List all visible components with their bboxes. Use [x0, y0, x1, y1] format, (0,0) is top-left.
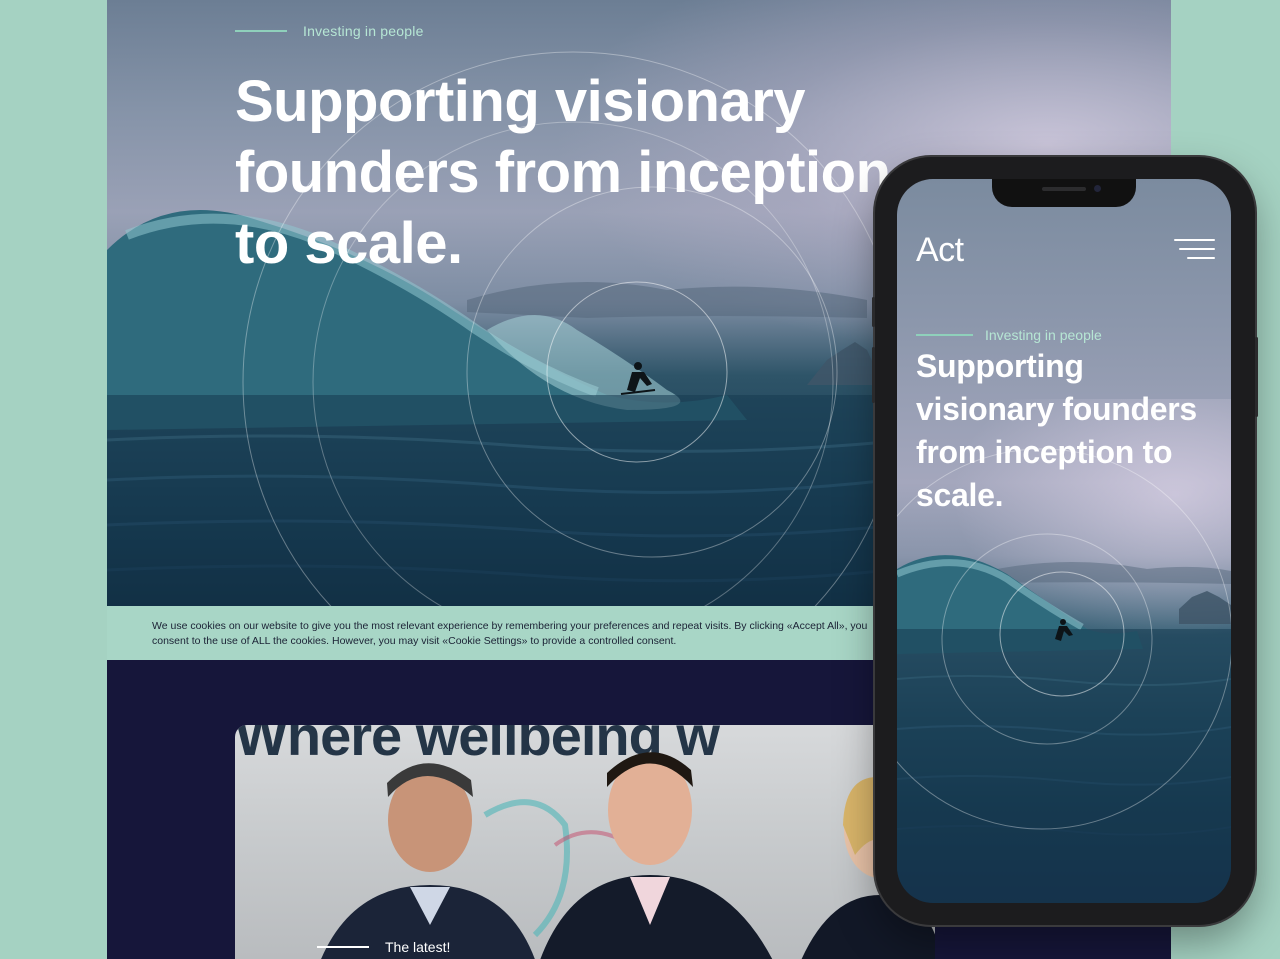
- hamburger-menu-icon[interactable]: [1174, 239, 1215, 261]
- phone-ocean-image: [897, 448, 1231, 903]
- mobile-hero-title: Supporting visionary founders from incep…: [916, 348, 1197, 513]
- eyebrow-rule: [916, 334, 973, 336]
- hero-title: Supporting visionary founders from incep…: [235, 69, 891, 276]
- phone-side-button: [872, 297, 875, 327]
- latest-heading: The latest!: [317, 939, 450, 955]
- mobile-eyebrow: Investing in people: [916, 327, 1102, 343]
- phone-mockup: Act Investing in people Supporting visio…: [872, 157, 1258, 925]
- act-logo[interactable]: Act: [916, 231, 964, 270]
- phone-side-button: [872, 347, 875, 403]
- eyebrow-label: Investing in people: [303, 23, 424, 39]
- cookie-text: We use cookies on our website to give yo…: [152, 620, 868, 647]
- phone-screen: Act Investing in people Supporting visio…: [897, 179, 1231, 903]
- eyebrow-rule: [235, 30, 287, 32]
- latest-label: The latest!: [385, 939, 451, 955]
- phone-side-button: [1255, 337, 1258, 417]
- cookie-banner: We use cookies on our website to give yo…: [107, 606, 907, 660]
- hero-eyebrow: Investing in people: [235, 23, 424, 39]
- team-photo-people: [321, 752, 935, 959]
- phone-notch: [992, 179, 1136, 207]
- latest-rule: [317, 946, 369, 948]
- team-photo: Where wellbeing w: [235, 725, 935, 959]
- front-camera: [1094, 185, 1101, 192]
- speaker-grille: [1042, 187, 1086, 191]
- eyebrow-label: Investing in people: [985, 327, 1102, 343]
